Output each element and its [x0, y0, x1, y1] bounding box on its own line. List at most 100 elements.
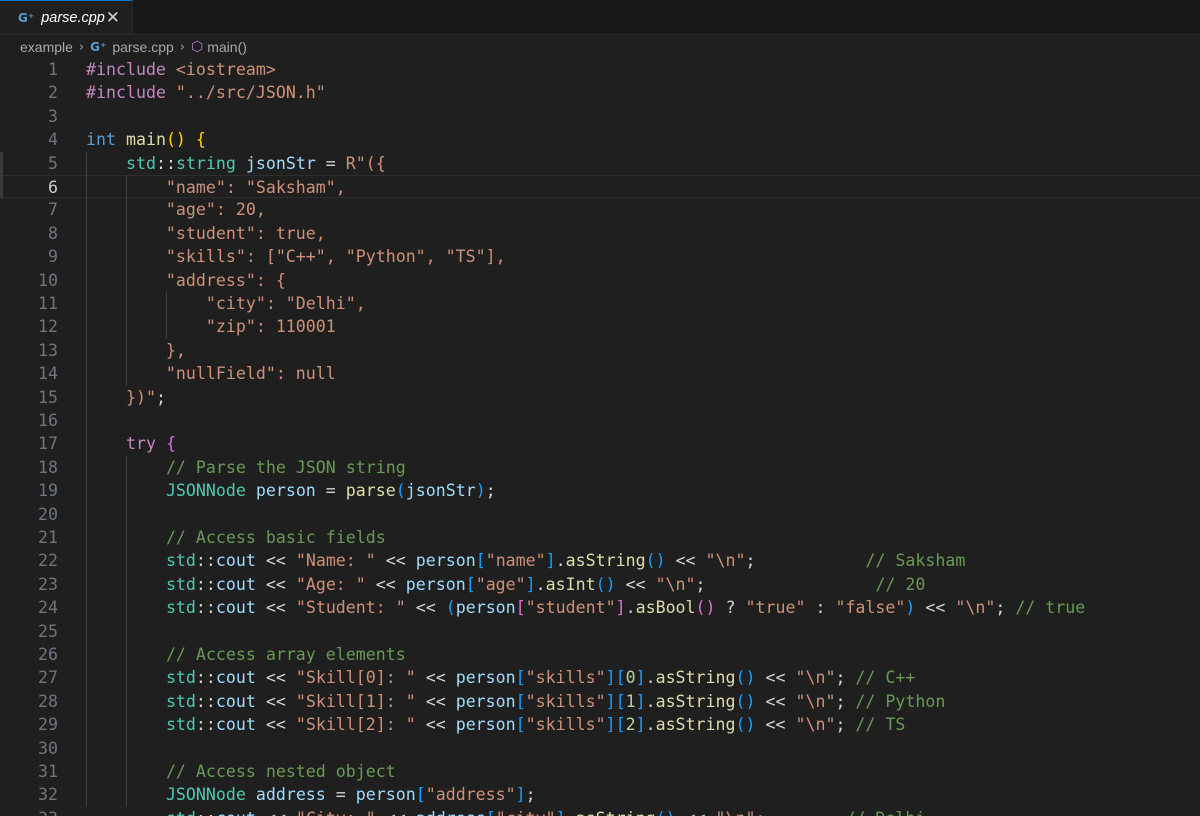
- line-number: 21: [38, 528, 58, 547]
- cpp-file-icon: G⁺: [18, 10, 35, 25]
- code-token: "Skill[2]: ": [295, 715, 416, 735]
- code-token: .: [535, 574, 546, 594]
- code-text: "age": 20,: [86, 198, 266, 221]
- code-line[interactable]: 10 "address": {: [0, 269, 1200, 292]
- code-token: "\n": [716, 809, 756, 816]
- code-token: ::: [195, 551, 216, 571]
- code-line[interactable]: 9 "skills": ["C++", "Python", "TS"],: [0, 245, 1200, 268]
- code-token: // Parse the JSON string: [165, 457, 406, 477]
- code-line[interactable]: 20: [0, 503, 1200, 526]
- code-line[interactable]: 1 #include <iostream>: [0, 58, 1200, 81]
- code-token: parse: [345, 481, 396, 501]
- breadcrumb-symbol[interactable]: main(): [207, 39, 247, 55]
- tab-filename: parse.cpp: [41, 9, 105, 26]
- code-editor[interactable]: 1 #include <iostream> 2 #include "../src/JS…: [0, 58, 1200, 816]
- code-text: std::cout << "Age: " << person["age"].as…: [86, 573, 925, 596]
- code-token: "\n": [795, 691, 836, 711]
- line-number: 9: [48, 247, 58, 267]
- code-line[interactable]: 15 })";: [0, 386, 1200, 409]
- breadcrumb-file[interactable]: parse.cpp: [112, 39, 173, 55]
- code-line[interactable]: 26 // Access array elements: [0, 643, 1200, 666]
- line-number: 4: [48, 130, 58, 150]
- code-line[interactable]: 33 std::cout << "City: " << address["cit…: [0, 807, 1200, 816]
- line-number: 14: [38, 364, 58, 384]
- code-token: ;: [745, 551, 866, 571]
- code-token: asBool: [635, 598, 696, 618]
- code-token: <<: [755, 668, 796, 688]
- code-token: "skills": [525, 668, 606, 688]
- code-line[interactable]: 31 // Access nested object: [0, 760, 1200, 783]
- code-text: std::cout << "Skill[1]: " << person["ski…: [86, 690, 945, 713]
- code-token: std: [165, 574, 196, 594]
- code-token: asString: [576, 809, 656, 816]
- code-token: asString: [565, 551, 646, 571]
- code-line[interactable]: 30: [0, 737, 1200, 760]
- code-text: "name": "Saksham",: [86, 176, 346, 199]
- code-line[interactable]: 3: [0, 105, 1200, 128]
- code-line[interactable]: 5 std::string jsonStr = R"({: [0, 152, 1200, 175]
- close-icon[interactable]: ✕: [106, 8, 120, 28]
- code-line[interactable]: 19 JSONNode person = parse(jsonStr);: [0, 479, 1200, 502]
- code-token: .: [555, 551, 566, 571]
- code-token: "Student: ": [295, 598, 406, 618]
- code-line[interactable]: 25: [0, 620, 1200, 643]
- code-line[interactable]: 28 std::cout << "Skill[1]: " << person["…: [0, 690, 1200, 713]
- code-line[interactable]: 32 JSONNode address = person["address"];: [0, 783, 1200, 806]
- code-text: // Parse the JSON string: [86, 456, 406, 479]
- editor-tab[interactable]: G⁺ parse.cpp ✕: [0, 0, 133, 34]
- code-token: ;: [835, 668, 856, 688]
- code-line[interactable]: 24 std::cout << "Student: " << (person["…: [0, 596, 1200, 619]
- line-number: 2: [48, 83, 58, 103]
- breadcrumb-folder[interactable]: example: [20, 39, 73, 55]
- code-token: person: [455, 598, 516, 618]
- code-token: 0: [625, 668, 636, 688]
- code-token: ][: [605, 691, 626, 711]
- code-token: ): [905, 598, 916, 618]
- code-token: <<: [665, 551, 706, 571]
- code-token: ]: [556, 809, 566, 816]
- code-line[interactable]: 4 int main() {: [0, 128, 1200, 151]
- code-token: "address": [425, 785, 516, 805]
- code-line[interactable]: 2 #include "../src/JSON.h": [0, 81, 1200, 104]
- code-token: ;: [695, 574, 876, 594]
- code-token: <<: [365, 574, 406, 594]
- line-number: 29: [38, 715, 58, 735]
- code-line[interactable]: 16: [0, 409, 1200, 432]
- code-line[interactable]: 17 try {: [0, 432, 1200, 455]
- code-token: // Delhi: [845, 809, 925, 816]
- code-token: main: [125, 130, 166, 150]
- code-token: <<: [255, 551, 296, 571]
- code-line[interactable]: 23 std::cout << "Age: " << person["age"]…: [0, 573, 1200, 596]
- code-text: int main() {: [86, 128, 206, 151]
- code-token: <<: [915, 598, 956, 618]
- code-line[interactable]: 21 // Access basic fields: [0, 526, 1200, 549]
- code-token: asString: [655, 668, 736, 688]
- code-line[interactable]: 11 "city": "Delhi",: [0, 292, 1200, 315]
- code-token: cout: [215, 715, 256, 735]
- code-line[interactable]: 27 std::cout << "Skill[0]: " << person["…: [0, 666, 1200, 689]
- code-line[interactable]: 7 "age": 20,: [0, 198, 1200, 221]
- code-line[interactable]: 29 std::cout << "Skill[2]: " << person["…: [0, 713, 1200, 736]
- code-line[interactable]: 6 "name": "Saksham",: [0, 175, 1200, 199]
- code-line[interactable]: 22 std::cout << "Name: " << person["name…: [0, 549, 1200, 572]
- code-token: [: [515, 691, 526, 711]
- code-token: ::: [195, 691, 216, 711]
- code-token: person: [455, 691, 516, 711]
- line-number: 25: [38, 621, 58, 641]
- code-line[interactable]: 13 },: [0, 339, 1200, 362]
- code-line[interactable]: 18 // Parse the JSON string: [0, 456, 1200, 479]
- code-token: "\n": [655, 574, 696, 594]
- code-line[interactable]: 12 "zip": 110001: [0, 315, 1200, 338]
- line-number: 17: [38, 434, 58, 454]
- line-number: 12: [38, 317, 58, 337]
- indent-guide: [86, 151, 87, 807]
- code-token: ?: [715, 598, 746, 618]
- indent-guide: [126, 455, 127, 807]
- code-token: =: [325, 785, 356, 805]
- code-line[interactable]: 8 "student": true,: [0, 222, 1200, 245]
- line-number: 7: [48, 200, 58, 220]
- code-token: person: [355, 785, 416, 805]
- code-line[interactable]: 14 "nullField": null: [0, 362, 1200, 385]
